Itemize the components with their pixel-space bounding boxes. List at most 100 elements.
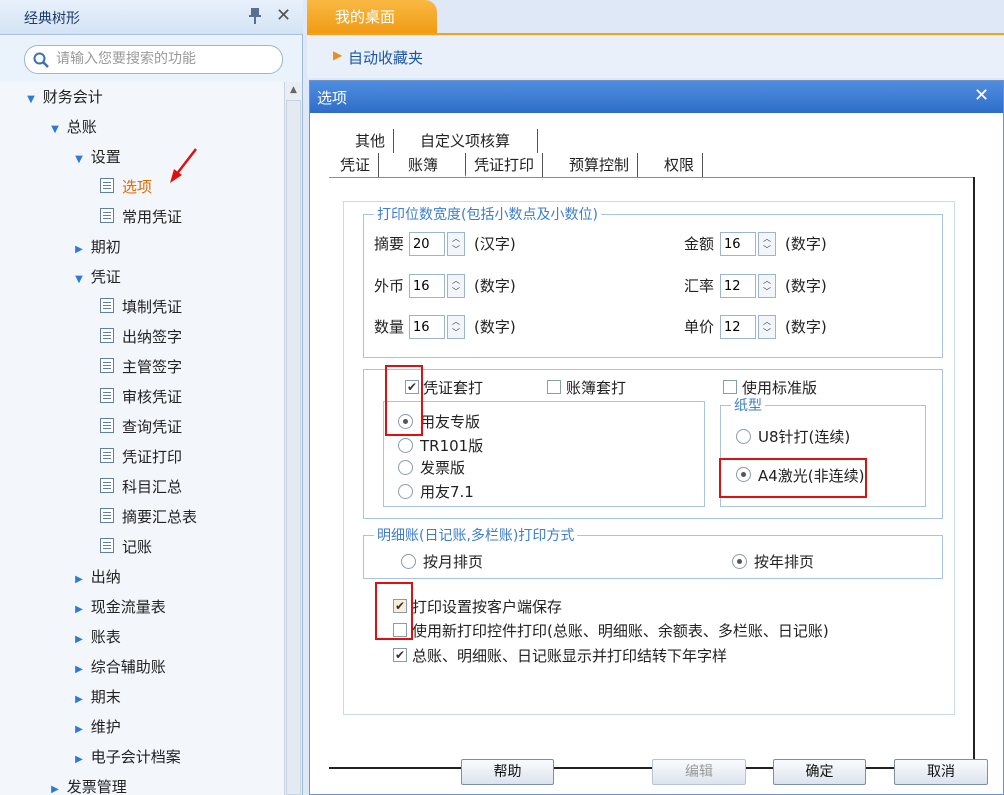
chevron-right-icon[interactable]: ▶ (72, 685, 86, 715)
tree-item-print-voucher[interactable]: 凭证打印 (100, 442, 182, 472)
chevron-right-icon[interactable]: ▶ (72, 565, 86, 595)
scroll-up-icon[interactable]: ▲ (285, 82, 302, 99)
edit-button[interactable]: 编辑 (652, 759, 746, 785)
tree-node-voucher[interactable]: ▼ 凭证 (72, 262, 121, 292)
tree-item-account-summary[interactable]: 科目汇总 (100, 472, 182, 502)
tree-label: 出纳签字 (122, 328, 183, 346)
tree-label: 维护 (90, 718, 121, 736)
chevron-right-icon[interactable]: ▶ (72, 745, 86, 775)
chevron-right-icon[interactable]: ▶ (72, 595, 86, 625)
tree-label: 查询凭证 (122, 418, 183, 436)
chevron-right-icon[interactable]: ▶ (72, 235, 86, 265)
tree-node-finance[interactable]: ▼ 财务会计 (24, 82, 103, 112)
tree-node-maintenance[interactable]: ▶ 维护 (72, 712, 121, 742)
tree-item-supervisor-sign[interactable]: 主管签字 (100, 352, 182, 382)
red-arrow-annotation (170, 148, 197, 183)
ok-button[interactable]: 确定 (773, 759, 866, 785)
tree-label: 摘要汇总表 (122, 508, 198, 526)
tab-underline (329, 177, 975, 178)
chevron-down-icon[interactable]: ▼ (48, 115, 62, 145)
carry-forward-label: 总账、明细账、日记账显示并打印结转下年字样 (412, 647, 728, 665)
chevron-down-icon[interactable]: ▼ (24, 85, 38, 115)
cancel-button[interactable]: 取消 (894, 759, 988, 785)
close-icon[interactable]: ✕ (974, 85, 989, 106)
tree-label: 选项 (122, 178, 153, 196)
chevron-down-icon[interactable]: ▼ (72, 265, 86, 295)
tree-item-bookkeeping[interactable]: 记账 (100, 532, 152, 562)
dialog-title: 选项 (317, 89, 348, 107)
tree-label: 审核凭证 (122, 388, 183, 406)
tree-label: 期初 (90, 238, 121, 256)
document-icon (100, 388, 114, 403)
expand-arrow-icon[interactable]: ▶ (333, 48, 342, 62)
tree-label: 财务会计 (42, 88, 103, 106)
scroll-thumb[interactable] (286, 100, 301, 795)
tree-label: 科目汇总 (122, 478, 183, 496)
tree-label: 综合辅助账 (90, 658, 166, 676)
red-highlight-box (385, 365, 423, 436)
dialog-titlebar: 选项 ✕ (310, 81, 1003, 113)
tab-voucher[interactable]: 凭证 (332, 153, 380, 177)
chevron-right-icon[interactable]: ▶ (72, 625, 86, 655)
tree-item-summary-table[interactable]: 摘要汇总表 (100, 502, 197, 532)
search-box[interactable] (24, 45, 283, 74)
tree-node-cashier[interactable]: ▶ 出纳 (72, 562, 121, 592)
red-highlight-box (375, 582, 413, 640)
tab-other[interactable]: 其他 (347, 129, 395, 153)
tree-label: 主管签字 (122, 358, 183, 376)
tab-ledger[interactable]: 账簿 (400, 153, 466, 177)
pin-icon[interactable] (247, 7, 263, 25)
options-dialog: 选项 ✕ 其他 自定义项核算 凭证 账簿 凭证打印 预算控制 权限 打印位数宽度… (309, 80, 1004, 795)
tab-label: 预算控制 (569, 156, 630, 174)
document-icon (100, 418, 114, 433)
tree-label: 凭证打印 (122, 448, 183, 466)
tree-item-fill-voucher[interactable]: 填制凭证 (100, 292, 182, 322)
search-input[interactable] (56, 51, 276, 67)
tree-node-ledgers[interactable]: ▶ 账表 (72, 622, 121, 652)
tab-label: 凭证打印 (474, 156, 535, 174)
tree-node-settings[interactable]: ▼ 设置 (72, 142, 121, 172)
favorites-label[interactable]: 自动收藏夹 (348, 47, 423, 68)
tree-item-common-voucher[interactable]: 常用凭证 (100, 202, 182, 232)
document-icon (100, 538, 114, 553)
tree-node-e-archive[interactable]: ▶ 电子会计档案 (72, 742, 181, 772)
tree-item-audit-voucher[interactable]: 审核凭证 (100, 382, 182, 412)
tree-scrollbar[interactable]: ▲ (284, 82, 302, 795)
tree-item-cashier-sign[interactable]: 出纳签字 (100, 322, 182, 352)
tree-node-aux[interactable]: ▶ 综合辅助账 (72, 652, 166, 682)
chevron-right-icon[interactable]: ▶ (72, 715, 86, 745)
chevron-down-icon[interactable]: ▼ (72, 145, 86, 175)
tree-label: 期末 (90, 688, 121, 706)
tree-node-cashflow[interactable]: ▶ 现金流量表 (72, 592, 166, 622)
client-save-label: 打印设置按客户端保存 (412, 598, 563, 616)
tree-item-options[interactable]: 选项 (100, 172, 152, 202)
tab-label: 凭证 (340, 156, 371, 174)
tab-my-desktop[interactable]: 我的桌面 (307, 0, 437, 33)
close-panel-icon[interactable]: ✕ (276, 5, 291, 26)
tab-label: 账簿 (408, 156, 439, 174)
tree-label: 常用凭证 (122, 208, 183, 226)
tree-item-query-voucher[interactable]: 查询凭证 (100, 412, 182, 442)
new-print-control-label: 使用新打印控件打印(总账、明细账、余额表、多栏账、日记账) (412, 622, 829, 640)
chevron-right-icon[interactable]: ▶ (72, 655, 86, 685)
tree-node-period-end[interactable]: ▶ 期末 (72, 682, 121, 712)
tree-label: 凭证 (90, 268, 121, 286)
document-icon (100, 358, 114, 373)
search-icon (33, 52, 49, 68)
tab-permissions[interactable]: 权限 (656, 153, 704, 177)
carry-forward-checkbox[interactable]: ✔ (393, 648, 407, 662)
document-icon (100, 448, 114, 463)
tree-node-invoice-mgmt[interactable]: ▶ 发票管理 (48, 772, 127, 795)
tree-node-gl[interactable]: ▼ 总账 (48, 112, 97, 142)
left-tree-panel: 经典树形 ✕ ▼ 财务会计 ▼ 总账 ▼ 设置 选项 常用凭证 ▶ 期初 ▼ 凭… (0, 0, 303, 795)
help-button[interactable]: 帮助 (461, 759, 554, 785)
tab-budget-control[interactable]: 预算控制 (561, 153, 639, 177)
tree-label: 账表 (90, 628, 121, 646)
tree-node-opening[interactable]: ▶ 期初 (72, 232, 121, 262)
tab-custom-accounting[interactable]: 自定义项核算 (412, 129, 538, 153)
document-icon (100, 208, 114, 223)
tree-label: 填制凭证 (122, 298, 183, 316)
chevron-right-icon[interactable]: ▶ (48, 775, 62, 795)
tab-label: 我的桌面 (335, 8, 396, 26)
tab-voucher-print[interactable]: 凭证打印 (466, 153, 544, 177)
